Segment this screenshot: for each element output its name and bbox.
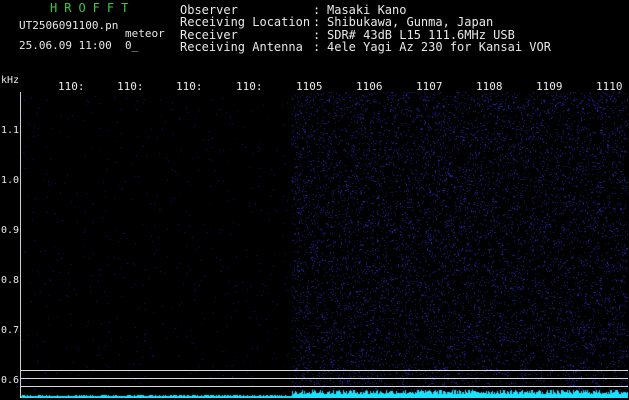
threshold-line xyxy=(21,386,628,387)
info-label: Receiving Location xyxy=(180,15,311,30)
info-value: 4ele Yagi Az 230 for Kansai VOR xyxy=(327,39,551,54)
y-tick-label: 0.9 xyxy=(1,225,20,236)
axis-unit: kHz xyxy=(1,75,20,86)
y-tick-label: 0.6 xyxy=(1,375,20,386)
spectrogram-canvas xyxy=(21,92,628,398)
y-tick-label: 1.0 xyxy=(1,175,20,186)
threshold-line xyxy=(21,378,628,379)
station-info: Observer: Masaki Kano Receiving Location:… xyxy=(180,4,551,53)
info-value: Shibukawa, Gunma, Japan xyxy=(327,15,494,30)
info-row-location: Receiving Location: Shibukawa, Gunma, Jap… xyxy=(180,15,494,30)
header: HROFFT UT2506091100.pn meteor 25.06.09 1… xyxy=(0,0,629,62)
app-brand: HROFFT xyxy=(50,1,136,15)
info-label: Receiving Antenna xyxy=(180,39,303,54)
threshold-line xyxy=(21,370,628,371)
detection-count: 0_ xyxy=(124,39,139,52)
spectrogram xyxy=(20,92,628,398)
timestamp: 25.06.09 11:00 0_ xyxy=(19,39,138,52)
y-tick-label: 0.7 xyxy=(1,325,20,336)
y-tick-label: 0.8 xyxy=(1,275,20,286)
file-name: UT2506091100.pn xyxy=(19,19,119,32)
timestamp-value: 25.06.09 11:00 xyxy=(19,39,112,52)
y-tick-label: 1.1 xyxy=(1,125,20,136)
info-row-antenna: Receiving Antenna:4ele Yagi Az 230 for K… xyxy=(180,39,551,54)
